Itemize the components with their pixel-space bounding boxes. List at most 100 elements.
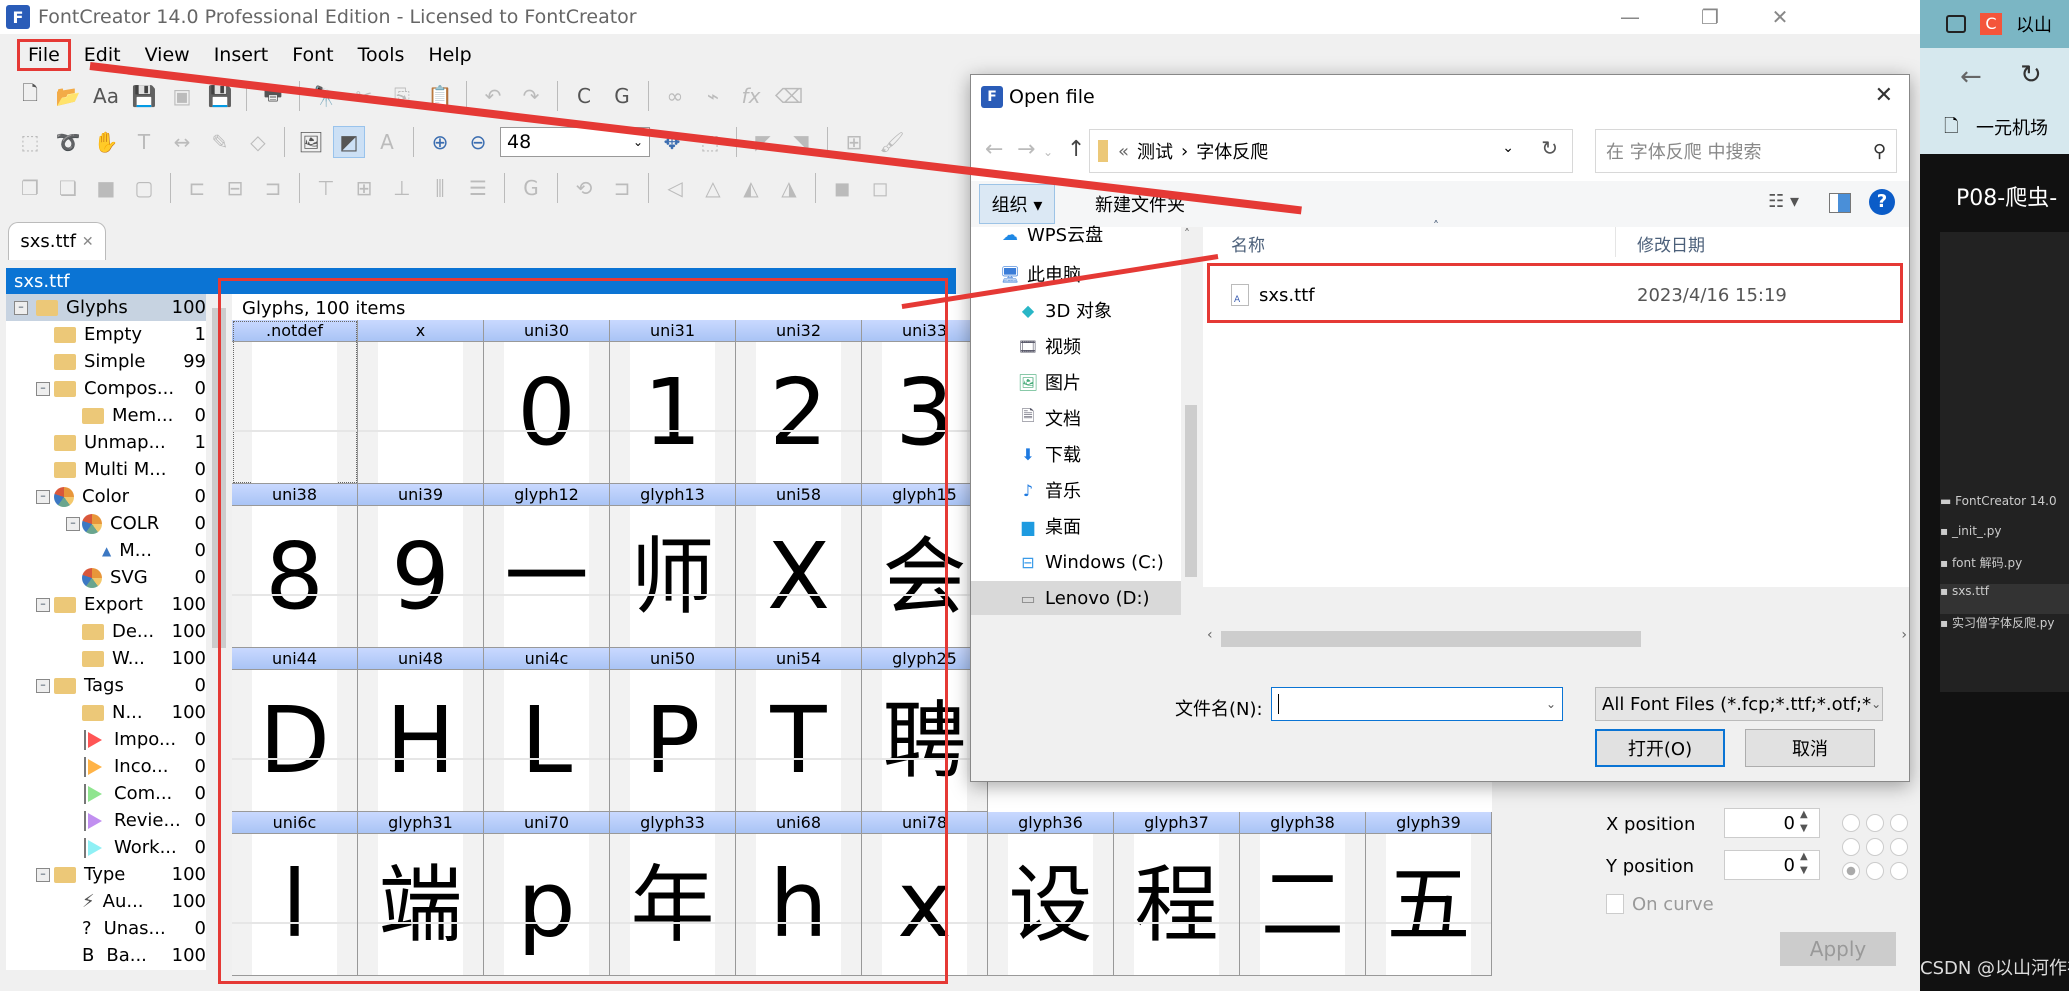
glyph-cell[interactable]: uni54 T: [736, 648, 862, 812]
save-icon[interactable]: 💾: [128, 80, 160, 112]
tab-sxs-ttf[interactable]: sxs.ttf ✕: [8, 222, 106, 260]
fill-icon[interactable]: ◇: [242, 126, 274, 158]
lasso-icon[interactable]: ➰: [52, 126, 84, 158]
apply-button[interactable]: Apply: [1780, 932, 1896, 966]
nav-item[interactable]: 🎞 视频: [1017, 329, 1081, 363]
breadcrumb-item[interactable]: 测试: [1137, 138, 1173, 164]
union-icon[interactable]: ◼: [826, 172, 858, 204]
menu-view[interactable]: View: [137, 42, 198, 68]
ruler-icon[interactable]: ↔: [166, 126, 198, 158]
pencil-icon[interactable]: ✎: [204, 126, 236, 158]
chevron-down-icon[interactable]: ⌄: [1546, 697, 1556, 711]
scroll-thumb[interactable]: [212, 308, 226, 648]
insert-glyphs-icon[interactable]: G: [606, 80, 638, 112]
breadcrumb-overflow[interactable]: «: [1118, 141, 1129, 162]
anchor-radio[interactable]: [1890, 814, 1908, 832]
tree-item[interactable]: Inco... 0: [6, 753, 206, 780]
eraser-icon[interactable]: ⌫: [773, 80, 805, 112]
open-folder-icon[interactable]: 📂: [52, 80, 84, 112]
minimize-button[interactable]: —: [1600, 0, 1660, 34]
redo-icon[interactable]: ↷: [515, 80, 547, 112]
rotate-icon[interactable]: ⟲: [568, 172, 600, 204]
recent-dropdown-icon[interactable]: ⌄: [1043, 145, 1053, 159]
glyph-cell[interactable]: glyph31 端: [358, 812, 484, 976]
glyph-cell[interactable]: glyph13 师: [610, 484, 736, 648]
order-back-icon[interactable]: ❏: [52, 172, 84, 204]
align-bottom-icon[interactable]: ⊥: [386, 172, 418, 204]
glyph-cell[interactable]: uni31 1: [610, 320, 736, 484]
rotate-right-icon[interactable]: ◮: [773, 172, 805, 204]
anchor-radio[interactable]: [1890, 862, 1908, 880]
glyph-cell[interactable]: uni38 8: [232, 484, 358, 648]
menu-font[interactable]: Font: [284, 42, 341, 68]
y-spinner-arrows-icon[interactable]: ▲ ▼: [1800, 850, 1808, 878]
tree-item[interactable]: Unmap... 1: [6, 429, 206, 456]
scroll-left-icon[interactable]: ‹: [1207, 627, 1213, 643]
glyph-cell[interactable]: uni58 X: [736, 484, 862, 648]
glyph-cell[interactable]: glyph12 一: [484, 484, 610, 648]
menu-help[interactable]: Help: [420, 42, 479, 68]
open-installed-font-icon[interactable]: Aa: [90, 80, 122, 112]
select-rect-icon[interactable]: ⬚: [14, 126, 46, 158]
order-front-icon[interactable]: ❐: [14, 172, 46, 204]
distribute-h-icon[interactable]: ⫼: [424, 172, 456, 204]
glyph-cell[interactable]: uni44 D: [232, 648, 358, 812]
glyph-cell[interactable]: uni70 p: [484, 812, 610, 976]
browser-tab-label[interactable]: 以山: [2016, 11, 2052, 37]
collapse-toggle-icon[interactable]: –: [36, 489, 50, 504]
file-type-select[interactable]: All Font Files (*.fcp;*.ttf;*.otf;* ⌄: [1595, 687, 1883, 721]
dialog-close-button[interactable]: ✕: [1875, 83, 1893, 108]
tree-item[interactable]: – Export 100: [6, 591, 206, 618]
background-image-icon[interactable]: 🖼: [295, 126, 327, 158]
nav-item[interactable]: ⬇ 下载: [1017, 437, 1081, 471]
glyph-cell[interactable]: glyph36 设: [988, 812, 1114, 976]
glyph-cell[interactable]: uni30 0: [484, 320, 610, 484]
close-tab-icon[interactable]: ✕: [82, 234, 94, 250]
text-tool-icon[interactable]: T: [128, 126, 160, 158]
tree-item[interactable]: Revie... 0: [6, 807, 206, 834]
tree-item[interactable]: Empty 1: [6, 321, 206, 348]
align-middle-icon[interactable]: ⊞: [348, 172, 380, 204]
tree-item[interactable]: B Ba... 100: [6, 942, 206, 969]
tree-item[interactable]: Mem... 0: [6, 402, 206, 429]
cancel-button[interactable]: 取消: [1745, 729, 1875, 767]
column-date[interactable]: 修改日期: [1637, 231, 1705, 256]
tree-item[interactable]: – Color 0: [6, 483, 206, 510]
tree-item[interactable]: – Type 100: [6, 861, 206, 888]
nav-item[interactable]: 🖼 图片: [1017, 365, 1081, 399]
tree-scrollbar[interactable]: [210, 294, 228, 970]
view-options-icon[interactable]: ☷ ▾: [1768, 191, 1799, 212]
nav-item[interactable]: ⊟ Windows (C:): [1017, 545, 1163, 579]
scroll-thumb[interactable]: [1185, 405, 1197, 577]
glyph-cell[interactable]: uni68 h: [736, 812, 862, 976]
unlink-icon[interactable]: ⌁: [697, 80, 729, 112]
tree-item[interactable]: – COLR 0: [6, 510, 206, 537]
open-button[interactable]: 打开(O): [1595, 729, 1725, 767]
nav-item[interactable]: ☁ WPS云盘: [999, 217, 1103, 251]
scroll-right-icon[interactable]: ›: [1901, 627, 1907, 643]
glyph-cell[interactable]: uni6c l: [232, 812, 358, 976]
help-icon[interactable]: ?: [1869, 189, 1895, 215]
glyph-cell[interactable]: .notdef: [232, 320, 358, 484]
file-row-sxs-ttf[interactable]: A sxs.ttf 2023/4/16 15:19: [1231, 273, 1909, 317]
align-center-icon[interactable]: ⊟: [219, 172, 251, 204]
csdn-logo-icon[interactable]: C: [1980, 13, 2002, 35]
tree-item[interactable]: – Glyphs 100: [6, 294, 206, 321]
back-arrow-icon[interactable]: ←: [985, 137, 1003, 162]
collapse-toggle-icon[interactable]: –: [36, 678, 50, 693]
navigation-scrollbar[interactable]: ˄: [1183, 227, 1199, 587]
anchor-radio[interactable]: [1890, 838, 1908, 856]
align-top-icon[interactable]: ⊤: [310, 172, 342, 204]
file-list-hscrollbar[interactable]: ‹ ›: [1205, 627, 1909, 651]
glyph-cell[interactable]: uni78 x: [862, 812, 988, 976]
menu-file[interactable]: File: [17, 39, 71, 71]
scroll-thumb[interactable]: [1221, 631, 1641, 647]
tree-item[interactable]: Simple 99: [6, 348, 206, 375]
x-spinner-arrows-icon[interactable]: ▲ ▼: [1800, 808, 1808, 836]
glyph-cell[interactable]: uni4c L: [484, 648, 610, 812]
anchor-radio[interactable]: [1866, 814, 1884, 832]
chevron-down-icon[interactable]: ⌄: [1502, 140, 1514, 156]
tree-item[interactable]: N... 100: [6, 699, 206, 726]
collapse-toggle-icon[interactable]: –: [14, 300, 28, 315]
column-divider[interactable]: [1615, 227, 1616, 257]
